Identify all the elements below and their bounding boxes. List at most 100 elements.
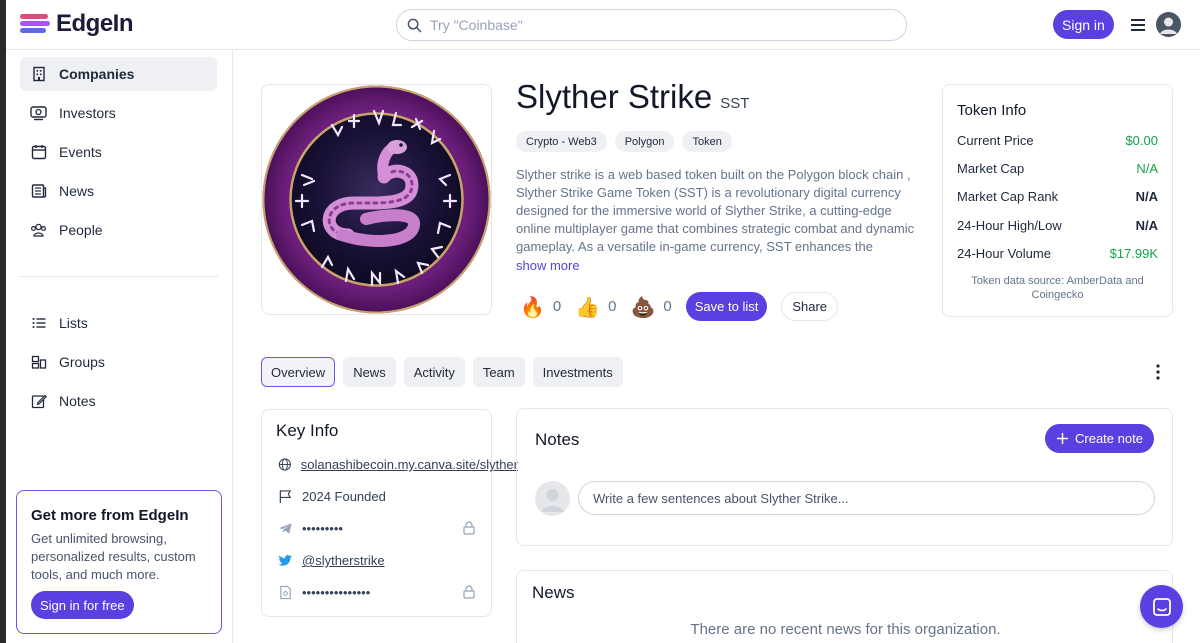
share-button[interactable]: Share [781, 292, 839, 321]
token-row-market-cap-rank: Market Cap Rank N/A [957, 189, 1158, 204]
thumbs-up-icon: 👍 [575, 294, 601, 319]
token-row-label: Current Price [957, 133, 1034, 148]
more-options-icon[interactable] [1150, 362, 1166, 382]
token-row-value: N/A [1136, 161, 1158, 176]
ticker-symbol: SST [720, 95, 750, 112]
token-row-price: Current Price $0.00 [957, 133, 1158, 148]
sidebar: Companies Investors Events News People L… [6, 50, 233, 643]
token-row-value: $0.00 [1125, 133, 1158, 148]
brand-logo[interactable]: EdgeIn [20, 10, 134, 38]
twitter-icon [278, 555, 293, 566]
upgrade-promo-card: Get more from EdgeIn Get unlimited brows… [16, 490, 222, 634]
snake-medallion-logo [262, 85, 491, 314]
sidebar-item-notes[interactable]: Notes [20, 384, 217, 418]
discord-row: ••••••••••••••• [278, 585, 518, 600]
sidebar-item-news[interactable]: News [20, 174, 217, 208]
fire-count: 0 [552, 298, 562, 315]
chat-icon [1152, 597, 1171, 616]
show-more-link[interactable]: show more [516, 258, 580, 273]
website-link[interactable]: solanashibecoin.my.canva.site/slyther [301, 457, 518, 472]
tab-news[interactable]: News [343, 357, 396, 387]
globe-icon [278, 458, 291, 471]
edgein-logo-icon [20, 12, 50, 36]
tab-activity[interactable]: Activity [403, 357, 465, 387]
create-note-label: Create note [1075, 431, 1143, 446]
tag-token[interactable]: Token [682, 131, 732, 152]
promo-title: Get more from EdgeIn [31, 507, 189, 524]
people-icon [30, 222, 47, 239]
tag-crypto-web3[interactable]: Crypto - Web3 [516, 131, 607, 152]
tag-list: Crypto - Web3 Polygon Token [516, 131, 732, 152]
key-info-card: Key Info solanashibecoin.my.canva.site/s… [261, 409, 518, 617]
investors-icon [30, 105, 47, 122]
calendar-icon [30, 144, 47, 161]
sidebar-item-groups[interactable]: Groups [20, 345, 217, 379]
sign-in-free-button[interactable]: Sign in for free [31, 591, 134, 619]
twitter-handle-link[interactable]: @slytherstrike [302, 553, 385, 568]
tab-investments[interactable]: Investments [532, 357, 623, 387]
company-logo-card [261, 84, 492, 315]
founded-row: 2024 Founded [278, 489, 518, 504]
tag-polygon[interactable]: Polygon [614, 131, 675, 152]
hamburger-menu-icon[interactable] [1126, 14, 1150, 36]
sidebar-item-people[interactable]: People [20, 213, 217, 247]
token-row-label: 24-Hour High/Low [957, 218, 1062, 233]
company-title: Slyther Strike SST [516, 78, 749, 116]
notes-card: Notes Create note [516, 408, 1173, 546]
top-header: EdgeIn Sign in [6, 0, 1200, 50]
sidebar-item-companies[interactable]: Companies [20, 57, 217, 91]
search-bar[interactable] [396, 9, 907, 41]
sidebar-item-label: People [59, 222, 103, 238]
sign-in-button[interactable]: Sign in [1053, 10, 1114, 39]
reaction-poop[interactable]: 💩 0 [631, 295, 672, 319]
note-author-avatar-icon [535, 481, 570, 516]
lock-icon [463, 585, 475, 604]
note-input[interactable] [593, 490, 1133, 506]
token-data-source: Token data source: AmberData and Coingec… [971, 275, 1144, 301]
token-row-high-low: 24-Hour High/Low N/A [957, 218, 1158, 233]
tab-overview[interactable]: Overview [261, 357, 336, 387]
telegram-masked: ••••••••• [302, 521, 343, 536]
sidebar-divider [20, 276, 218, 277]
save-to-list-button[interactable]: Save to list [685, 292, 768, 321]
company-name: Slyther Strike [516, 78, 713, 115]
building-icon [30, 66, 47, 83]
chat-widget-button[interactable] [1140, 585, 1183, 628]
create-note-button[interactable]: Create note [1045, 424, 1154, 453]
promo-body: Get unlimited browsing, personalized res… [31, 531, 196, 582]
token-row-value: N/A [1135, 189, 1158, 204]
news-title: News [532, 583, 575, 602]
lock-icon [463, 521, 475, 540]
news-empty-state: There are no recent news for this organi… [690, 621, 1001, 638]
page: EdgeIn Sign in Companies Investors Event… [0, 0, 1200, 643]
founded-year: 2024 Founded [302, 489, 386, 504]
reaction-fire[interactable]: 🔥 0 [520, 295, 561, 319]
telegram-row: ••••••••• [278, 521, 518, 536]
tab-team[interactable]: Team [472, 357, 525, 387]
sidebar-item-label: Investors [59, 105, 116, 121]
notes-title: Notes [535, 430, 580, 449]
key-info-title: Key Info [276, 421, 339, 440]
sidebar-item-lists[interactable]: Lists [20, 306, 217, 340]
sidebar-item-label: Companies [59, 66, 135, 82]
reaction-bar: 🔥 0 👍 0 💩 0 Save to list Share [520, 292, 839, 321]
sidebar-item-events[interactable]: Events [20, 135, 217, 169]
website-row: solanashibecoin.my.canva.site/slyther [278, 457, 518, 472]
note-input-field[interactable] [578, 481, 1155, 515]
news-card: News There are no recent news for this o… [516, 570, 1173, 643]
search-icon [407, 18, 422, 32]
token-row-label: Market Cap [957, 161, 1025, 176]
plus-icon [1056, 432, 1069, 445]
list-icon [30, 315, 47, 332]
search-input[interactable] [430, 17, 870, 33]
reaction-thumbs-up[interactable]: 👍 0 [575, 295, 616, 319]
company-description: Slyther strike is a web based token buil… [516, 167, 915, 254]
token-info-card: Token Info Current Price $0.00 Market Ca… [942, 84, 1173, 317]
sidebar-item-investors[interactable]: Investors [20, 96, 217, 130]
user-avatar-icon[interactable] [1156, 12, 1181, 37]
flag-icon [279, 490, 292, 504]
fire-icon: 🔥 [520, 294, 545, 319]
document-icon [280, 585, 291, 600]
poop-icon: 💩 [630, 294, 656, 319]
thumbs-up-count: 0 [608, 298, 617, 315]
